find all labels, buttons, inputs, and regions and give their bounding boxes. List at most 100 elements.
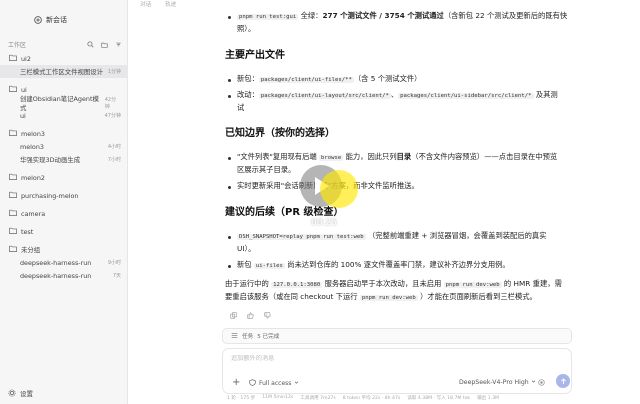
sidebar-folder-label: melon3: [21, 129, 45, 138]
settings-button[interactable]: 设置: [8, 388, 33, 398]
sidebar-folder-label: purchasing-melon: [21, 191, 79, 200]
gear-icon: [8, 389, 16, 397]
session-title: 创建Obsidian笔记Agent模式: [20, 94, 99, 112]
arrow-up-icon: [560, 377, 566, 384]
sidebar-session-item[interactable]: 三栏模式工作区文件视图设计 1分钟: [0, 65, 128, 78]
send-button[interactable]: [556, 374, 570, 388]
bullet: [228, 79, 231, 82]
n2-a: 新包: [237, 260, 252, 269]
task-summary-bar[interactable]: 任务 5 已完成: [222, 328, 572, 344]
session-title: deepseek-harness-run: [20, 271, 92, 280]
model-label: DeepSeek-V4-Pro High: [459, 379, 529, 386]
folder-icon: [9, 129, 17, 138]
sidebar-folder[interactable]: melon2: [0, 171, 128, 184]
k1-b: 能力，因此只列: [345, 152, 397, 161]
sidebar-session-item[interactable]: 创建Obsidian笔记Agent模式 42分钟: [0, 94, 128, 112]
session-time: 47分钟: [104, 113, 121, 119]
tab-chat[interactable]: 对话: [140, 0, 151, 9]
restart-note: 由于运行中的 127.0.0.1:3080 服务器启动早于本次改动，且未启用 p…: [225, 278, 585, 304]
new-chat-button[interactable]: 新会话: [34, 15, 67, 25]
sidebar-folder[interactable]: test: [0, 225, 128, 238]
test-result: 277 个测试文件 / 3754 个测试通过: [322, 11, 444, 20]
sidebar-folder-label: ui: [21, 85, 27, 94]
shield-icon: [249, 379, 256, 388]
workspace-label: 工作区: [8, 42, 27, 49]
test-suffix-2: 照）。: [237, 24, 256, 33]
n1-code: DSH_SNAPSHOT=replay pnpm run test:web: [237, 234, 366, 240]
sidebar-session-item[interactable]: 华强实现3D动画生成 7小时: [0, 153, 128, 166]
bullet: [228, 236, 231, 239]
view-tabs: 对话 轨迹: [140, 0, 176, 9]
message-actions: [230, 312, 271, 321]
sidebar-folder[interactable]: 未分组: [0, 243, 128, 256]
sort-icon[interactable]: [115, 41, 122, 48]
task-list-icon: [231, 332, 238, 341]
session-time: 42分钟: [104, 96, 117, 110]
mod-path-1: packages/client/ui-layout/src/client/*: [258, 93, 391, 99]
test-command: pnpm run test:gui: [237, 14, 299, 20]
thumbs-down-icon[interactable]: [264, 312, 271, 321]
sidebar-session-item[interactable]: deepseek-harness-run 9小时: [0, 256, 128, 269]
session-time: 4小时: [107, 144, 121, 150]
session-title: ui: [20, 111, 26, 120]
p2-b: ）才能在页面刷新后看到三栏模式。: [420, 292, 537, 301]
p2-a: 要重启该服务（或在同 checkout 下运行: [225, 292, 358, 301]
cursor-highlight: [320, 170, 358, 208]
p1-c: 的 HMR 重建，需: [503, 279, 562, 288]
mod-note-2: 试: [237, 103, 245, 112]
workspace-header: 工作区: [8, 40, 122, 49]
mod-label: 改动：: [237, 90, 259, 99]
limit-item-2: 实时更新采用"会话刷新即读"方案，而非文件监听推送。: [237, 180, 585, 192]
sidebar-folder[interactable]: purchasing-melon: [0, 189, 128, 202]
video-timestamp: 00:25: [311, 218, 337, 228]
access-mode-select[interactable]: Full access: [249, 379, 299, 388]
mod-path-2: packages/client/ui-sidebar/src/client/*: [398, 93, 534, 99]
test-summary: pnpm run test:gui 全绿：277 个测试文件 / 3754 个测…: [237, 10, 585, 35]
stop-icon[interactable]: [538, 379, 545, 388]
sidebar-folder[interactable]: ui2: [0, 52, 128, 65]
tab-trace[interactable]: 轨迹: [165, 0, 176, 9]
n1-a: （完整前端重建 + 浏览器冒烟，会覆盖到装配后的真实: [367, 231, 547, 240]
search-icon[interactable]: [87, 41, 94, 48]
status-bar: 1 轮 · 175 步 11M 5min12s 工具调用 7m27s 8 token …: [227, 395, 499, 401]
new-package-line: 新包： packages/client/ui-files/** （含 5 个测试文件…: [237, 73, 585, 86]
p2-code: pnpm run dev:web: [359, 295, 418, 301]
session-title: melon3: [20, 142, 44, 151]
sidebar-folder-label: melon2: [21, 173, 45, 182]
bullet: [228, 95, 231, 98]
sidebar-folder-label: camera: [21, 209, 46, 218]
sidebar-session-item[interactable]: deepseek-harness-run 7天: [0, 269, 128, 282]
k1-bold: 目录: [396, 152, 412, 161]
k1-d: 区展示其子目录。: [237, 165, 296, 174]
p1-code-1: 127.0.0.1:3080: [271, 282, 323, 288]
limit-item-1: "文件列表"复用现有后端 browse 能力，因此只列目录（不含文件内容预览）—…: [237, 151, 585, 176]
message-input[interactable]: [231, 355, 531, 362]
thumbs-up-icon[interactable]: [247, 312, 254, 321]
new-note: （含 5 个测试文件）: [353, 74, 422, 83]
sidebar-folder-label: ui2: [21, 54, 31, 63]
status-item: 读取 4.38M · 写入 18.7M tok: [407, 396, 471, 401]
attach-plus-icon[interactable]: +: [232, 377, 240, 388]
new-path: packages/client/ui-files/**: [258, 77, 354, 83]
sidebar-session-item[interactable]: melon3 4小时: [0, 140, 128, 153]
new-folder-icon[interactable]: [101, 41, 108, 48]
bullet: [228, 16, 231, 19]
session-time: 1分钟: [107, 69, 121, 75]
status-item: 输出 1.3M: [477, 396, 499, 401]
sidebar-folder-label: test: [21, 227, 34, 236]
n1-b: UI）。: [237, 244, 256, 253]
copy-icon[interactable]: [230, 312, 237, 321]
p1-b: 服务器启动早于本次改动，且未启用: [324, 279, 442, 288]
n2-code: ui-files: [253, 263, 285, 269]
sidebar-folder[interactable]: camera: [0, 207, 128, 220]
sidebar-folder[interactable]: melon3: [0, 127, 128, 140]
folder-icon: [9, 209, 17, 218]
p1-code-2: pnpm run dev:web: [443, 282, 502, 288]
session-title: 三栏模式工作区文件视图设计: [20, 68, 104, 76]
modified-line: 改动： packages/client/ui-layout/src/client/…: [237, 89, 585, 114]
model-select[interactable]: DeepSeek-V4-Pro High: [459, 379, 536, 386]
k1-c: （不含文件内容预览）——点击目录在中预览: [411, 152, 558, 161]
new-chat-icon: [34, 16, 42, 24]
folder-icon: [9, 173, 17, 182]
session-title: 华强实现3D动画生成: [20, 156, 81, 164]
